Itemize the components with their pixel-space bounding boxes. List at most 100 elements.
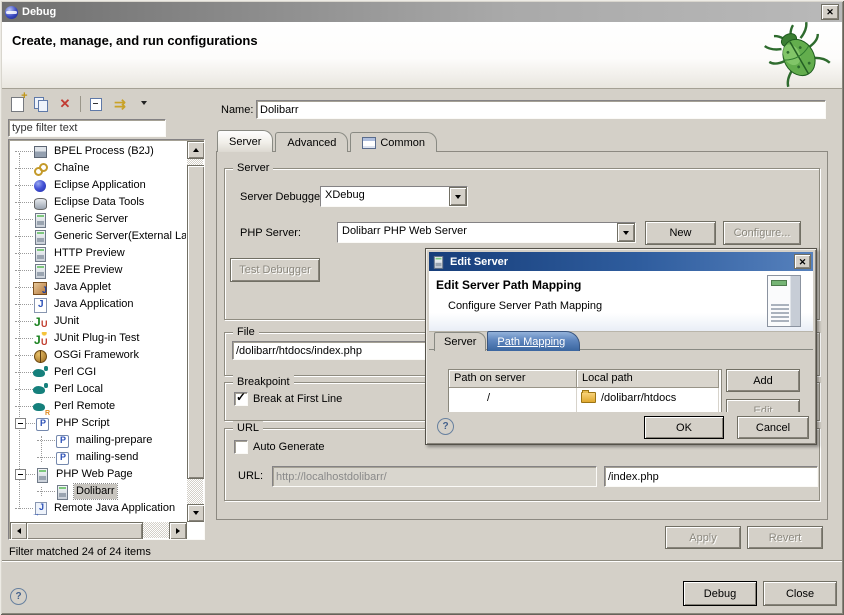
auto-generate-checkbox[interactable] — [234, 440, 248, 454]
close-button[interactable]: Close — [763, 581, 837, 606]
add-mapping-button[interactable]: Add — [726, 369, 800, 392]
break-first-line-label: Break at First Line — [253, 393, 342, 405]
main-tabs: ServerAdvanced Common — [217, 131, 439, 152]
tree-item-perl-local[interactable]: Perl Local — [11, 381, 186, 398]
server-group-legend: Server — [233, 161, 273, 175]
footer-separator — [2, 560, 842, 562]
url-path-input[interactable] — [604, 466, 818, 487]
collapse-all-icon — [90, 98, 102, 111]
scroll-right-button[interactable] — [169, 522, 187, 540]
toolbar-new-config-button[interactable] — [8, 95, 26, 113]
tab-advanced[interactable]: Advanced — [275, 132, 348, 152]
break-first-line-checkbox[interactable] — [234, 392, 248, 406]
tree-stub — [15, 151, 33, 152]
tree-vscrollbar[interactable] — [187, 141, 203, 522]
debug-button[interactable]: Debug — [683, 581, 757, 606]
tree-item-junit[interactable]: JUnit — [11, 313, 186, 330]
combo-dropdown-button[interactable] — [617, 223, 635, 242]
common-tab-icon — [362, 137, 376, 149]
arrow-glyph: → — [32, 509, 40, 518]
perl-remote-icon — [33, 400, 48, 414]
scroll-down-button[interactable] — [187, 504, 205, 522]
tree-item-mailing-prepare[interactable]: mailing-prepare — [11, 432, 186, 449]
tree-item-php-script[interactable]: PHP Script — [11, 415, 186, 432]
window-close-button[interactable] — [821, 4, 839, 20]
name-input[interactable] — [256, 100, 826, 119]
window-titlebar[interactable]: Debug — [2, 2, 842, 22]
apply-button: Apply — [665, 526, 741, 549]
tree-item-mailing-send[interactable]: mailing-send — [11, 449, 186, 466]
dialog-titlebar[interactable]: Edit Server — [429, 252, 813, 271]
arrow-up-icon — [193, 145, 199, 152]
tree-item-java-applet[interactable]: Java Applet — [11, 279, 186, 296]
toolbar-delete-button[interactable] — [56, 95, 74, 113]
tree-item-remote-java-application[interactable]: → Remote Java Application — [11, 500, 186, 517]
tree-stub — [15, 168, 33, 169]
toolbar-menu-caret-button[interactable] — [135, 95, 153, 113]
dialog-tabs: ServerPath Mapping — [434, 331, 581, 351]
server-debugger-value[interactable]: XDebug — [321, 187, 449, 206]
tree-item-perl-remote[interactable]: Perl Remote — [11, 398, 186, 415]
menu-caret-icon — [141, 101, 147, 108]
tree-stub — [15, 202, 33, 203]
tree-item-osgi-framework[interactable]: OSGi Framework — [11, 347, 186, 364]
osgi-icon — [33, 349, 48, 363]
ok-button[interactable]: OK — [644, 416, 724, 439]
tree-stub — [15, 236, 33, 237]
php-server-value[interactable]: Dolibarr PHP Web Server — [338, 223, 617, 242]
name-label: Name: — [221, 104, 253, 116]
tree-item-http-preview[interactable]: HTTP Preview — [11, 245, 186, 262]
server-icon — [55, 485, 70, 499]
tree-item-eclipse-application[interactable]: Eclipse Application — [11, 177, 186, 194]
php-server-combo[interactable]: Dolibarr PHP Web Server — [337, 222, 636, 243]
toolbar-collapse-all-button[interactable] — [87, 95, 105, 113]
filter-input[interactable] — [8, 119, 166, 137]
dialog-button-bar: ? OK Cancel — [429, 412, 813, 441]
scroll-up-button[interactable] — [187, 141, 205, 159]
tab-common[interactable]: Common — [350, 132, 437, 152]
collapse-expander-icon[interactable] — [15, 469, 26, 480]
edit-server-dialog: Edit Server Edit Server Path Mapping Con… — [425, 248, 817, 445]
scrollbar-thumb[interactable] — [26, 522, 143, 540]
tab-label: Common — [380, 137, 425, 149]
tree-item-php-web-page[interactable]: PHP Web Page — [11, 466, 186, 483]
tree-item-label: Remote Java Application — [52, 501, 177, 516]
new-server-button[interactable]: New — [645, 221, 716, 245]
tree-hscrollbar[interactable] — [10, 522, 187, 538]
dialog-help-icon[interactable]: ? — [437, 418, 454, 435]
tree-item-cha-ne[interactable]: Chaîne — [11, 160, 186, 177]
tree-item-label: Java Application — [52, 297, 136, 312]
server-debugger-combo[interactable]: XDebug — [320, 186, 468, 207]
tab-server[interactable]: Server — [217, 130, 273, 152]
table-row[interactable]: //dolibarr/htdocs — [449, 388, 721, 407]
tree-stub — [15, 253, 33, 254]
tree-item-generic-server-external-la[interactable]: Generic Server(External La — [11, 228, 186, 245]
tree-item-label: Perl Remote — [52, 399, 117, 414]
tree-item-junit-plug-in-test[interactable]: JUnit Plug-in Test — [11, 330, 186, 347]
column-header-path-on-server[interactable]: Path on server — [449, 370, 577, 388]
delete-icon — [60, 96, 71, 112]
tree-item-perl-cgi[interactable]: Perl CGI — [11, 364, 186, 381]
help-icon[interactable]: ? — [10, 588, 27, 605]
tree-item-label: BPEL Process (B2J) — [52, 144, 156, 159]
column-header-local-path[interactable]: Local path — [577, 370, 719, 388]
toolbar-filter-button[interactable] — [111, 95, 129, 113]
filter-status: Filter matched 24 of 24 items — [9, 546, 151, 558]
tree-stub — [15, 372, 33, 373]
scrollbar-thumb[interactable] — [187, 165, 205, 479]
dialog-close-button[interactable] — [794, 254, 811, 269]
arrow-down-icon — [193, 511, 199, 518]
tree-item-bpel-process-b2j[interactable]: BPEL Process (B2J) — [11, 143, 186, 160]
tree-item-java-application[interactable]: Java Application — [11, 296, 186, 313]
collapse-expander-icon[interactable] — [15, 418, 26, 429]
tree-item-eclipse-data-tools[interactable]: Eclipse Data Tools — [11, 194, 186, 211]
tree-stub — [15, 270, 33, 271]
combo-dropdown-button[interactable] — [449, 187, 467, 206]
toolbar-duplicate-button[interactable] — [32, 95, 50, 113]
tree-item-dolibarr[interactable]: Dolibarr — [11, 483, 186, 500]
dialog-tab-path-mapping[interactable]: Path Mapping — [487, 331, 580, 351]
dialog-tab-server[interactable]: Server — [434, 332, 486, 351]
tree-item-generic-server[interactable]: Generic Server — [11, 211, 186, 228]
cancel-button[interactable]: Cancel — [737, 416, 809, 439]
tree-item-j2ee-preview[interactable]: J2EE Preview — [11, 262, 186, 279]
